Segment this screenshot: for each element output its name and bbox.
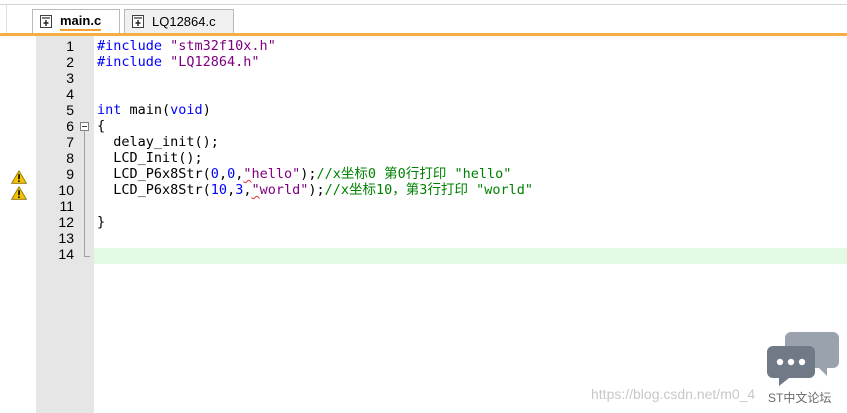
line-number: 5 bbox=[66, 102, 74, 118]
breakpoint-gutter[interactable] bbox=[0, 36, 36, 413]
code-token: , bbox=[227, 182, 236, 198]
editor-tab-bar: main.c LQ12864.c bbox=[0, 0, 847, 36]
watermark-url: https://blog.csdn.net/m0_4 bbox=[591, 386, 756, 402]
watermark-brand: ST中文论坛 bbox=[768, 391, 832, 405]
line-number: 1 bbox=[66, 38, 74, 54]
code-line[interactable]: } bbox=[97, 214, 105, 230]
c-file-icon bbox=[40, 15, 52, 28]
code-token: main( bbox=[121, 102, 171, 118]
code-token: " bbox=[243, 166, 252, 182]
line-number: 13 bbox=[58, 230, 74, 246]
code-line[interactable]: int main(void) bbox=[97, 102, 211, 118]
chat-bubbles-logo bbox=[767, 332, 839, 386]
code-token: LCD_P6x8Str( bbox=[97, 166, 211, 182]
code-token: delay_init(); bbox=[97, 134, 219, 150]
code-token: world" bbox=[259, 182, 309, 198]
code-token: 0 bbox=[227, 166, 236, 182]
line-number: 12 bbox=[58, 214, 74, 230]
line-number: 6 bbox=[66, 118, 74, 134]
tab-bar-left-edge bbox=[0, 5, 7, 36]
code-token: void bbox=[170, 102, 203, 118]
code-token: ); bbox=[308, 182, 325, 198]
tab-label: main.c bbox=[60, 13, 102, 31]
line-number: 4 bbox=[66, 86, 74, 102]
fold-guide-line bbox=[84, 131, 85, 256]
code-token: int bbox=[97, 102, 122, 118]
c-file-icon bbox=[132, 15, 144, 28]
tab-label: LQ12864.c bbox=[152, 14, 216, 29]
code-token: } bbox=[97, 214, 106, 230]
code-token: , bbox=[218, 166, 228, 182]
code-token: ) bbox=[202, 102, 211, 118]
code-token: "LQ12864.h" bbox=[170, 54, 260, 70]
tab-lq12864-c[interactable]: LQ12864.c bbox=[124, 9, 234, 33]
code-token: //x坐标10，第3行打印 "world" bbox=[324, 182, 533, 198]
code-token: //x坐标0 第0行打印 "hello" bbox=[316, 166, 512, 182]
code-line[interactable]: LCD_P6x8Str(10,3,"world");//x坐标10，第3行打印 … bbox=[97, 182, 533, 198]
line-number: 14 bbox=[58, 246, 74, 262]
code-token: #include bbox=[97, 54, 171, 70]
tab-main-c[interactable]: main.c bbox=[32, 9, 120, 33]
fold-collapse-icon[interactable] bbox=[80, 122, 89, 131]
code-token: #include bbox=[97, 38, 171, 54]
line-number: 11 bbox=[59, 198, 74, 214]
code-token: ); bbox=[300, 166, 317, 182]
line-number: 10 bbox=[58, 182, 74, 198]
line-number: 8 bbox=[66, 150, 74, 166]
code-editor[interactable]: #include "stm32f10x.h" #include "LQ12864.… bbox=[94, 36, 847, 413]
code-line[interactable]: delay_init(); bbox=[97, 134, 219, 150]
current-line-highlight bbox=[94, 248, 847, 264]
code-token: { bbox=[97, 118, 106, 134]
warning-icon[interactable] bbox=[11, 170, 27, 184]
code-token: 0 bbox=[210, 166, 219, 182]
code-line[interactable]: #include "stm32f10x.h" bbox=[97, 38, 276, 54]
code-line[interactable]: { bbox=[97, 118, 105, 134]
code-token: 10 bbox=[210, 182, 228, 198]
code-line[interactable]: #include "LQ12864.h" bbox=[97, 54, 260, 70]
line-number: 3 bbox=[66, 70, 74, 86]
fold-end-marker bbox=[84, 256, 90, 257]
line-number: 2 bbox=[66, 54, 74, 70]
code-line[interactable]: LCD_Init(); bbox=[97, 150, 203, 166]
tab-bar-top-border bbox=[0, 4, 847, 5]
line-number: 9 bbox=[66, 166, 74, 182]
code-token: hello" bbox=[251, 166, 301, 182]
code-line[interactable]: LCD_P6x8Str(0,0,"hello");//x坐标0 第0行打印 "h… bbox=[97, 166, 511, 182]
line-number: 7 bbox=[66, 134, 74, 150]
code-token: LCD_P6x8Str( bbox=[97, 182, 211, 198]
line-number-gutter: 1 2 3 4 5 6 7 8 9 10 11 12 13 14 bbox=[36, 36, 94, 413]
warning-icon[interactable] bbox=[11, 186, 27, 200]
code-token: LCD_Init(); bbox=[97, 150, 203, 166]
code-token: " bbox=[251, 182, 260, 198]
code-token: "stm32f10x.h" bbox=[170, 38, 276, 54]
